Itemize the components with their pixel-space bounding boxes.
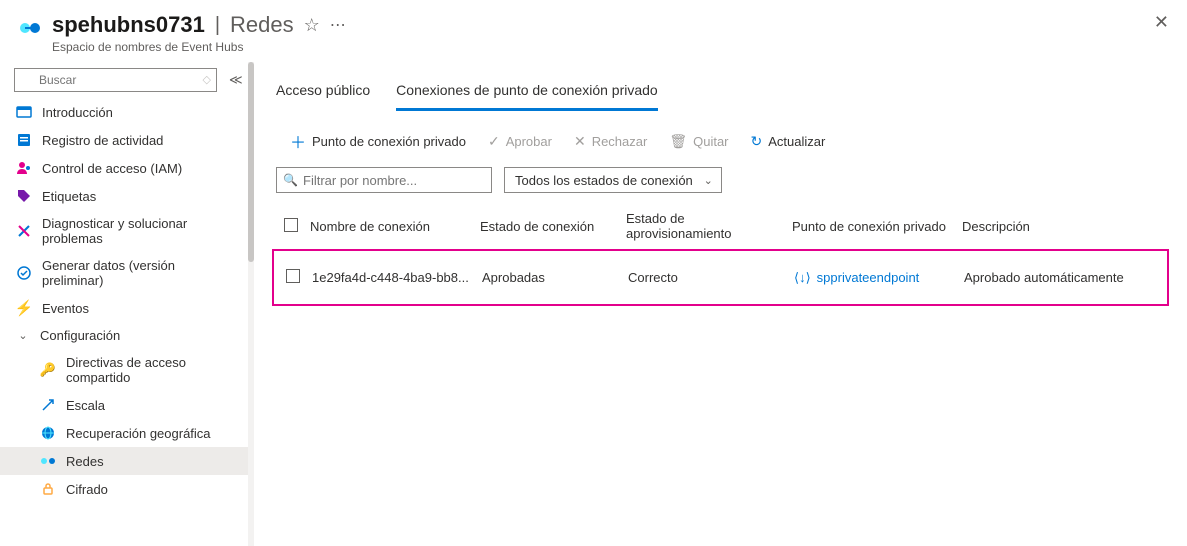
scale-icon: [40, 397, 56, 413]
button-label: Actualizar: [768, 134, 825, 149]
collapse-sidebar-icon[interactable]: ≪: [223, 68, 248, 92]
button-label: Punto de conexión privado: [312, 134, 466, 149]
sidebar-group-label: Configuración: [40, 328, 120, 343]
sidebar-item-encryption[interactable]: Cifrado: [0, 475, 248, 503]
overview-icon: [16, 104, 32, 120]
connections-table: Nombre de conexión Estado de conexión Es…: [276, 205, 1165, 306]
sidebar: 🔍 ◇ ≪ Introducción Registro de actividad: [0, 62, 248, 546]
sidebar-scrollbar[interactable]: [248, 62, 254, 546]
tab-bar: Acceso público Conexiones de punto de co…: [276, 74, 1165, 111]
sidebar-item-diagnose[interactable]: Diagnosticar y solucionar problemas: [0, 210, 248, 252]
sidebar-item-label: Cifrado: [66, 482, 108, 497]
activity-log-icon: [16, 132, 32, 148]
refresh-icon: ↻: [751, 133, 763, 150]
cell-connection-state: Aprobadas: [482, 270, 628, 285]
filter-name-input[interactable]: [276, 167, 492, 193]
sidebar-search-input[interactable]: [14, 68, 217, 92]
tags-icon: [16, 188, 32, 204]
close-icon[interactable]: ✕: [1154, 12, 1169, 33]
chevron-down-icon: ⌄: [16, 329, 30, 342]
sidebar-item-label: Recuperación geográfica: [66, 426, 211, 441]
diagnose-icon: [16, 223, 32, 239]
sidebar-group-configuration[interactable]: ⌄ Configuración: [0, 322, 248, 349]
lock-icon: [40, 481, 56, 497]
blade-header: spehubns0731 | Redes ☆ ⋯ Espacio de nomb…: [0, 0, 1187, 62]
sidebar-item-label: Diagnosticar y solucionar problemas: [42, 216, 238, 246]
add-private-endpoint-button[interactable]: ＋ Punto de conexión privado: [290, 129, 466, 153]
chevron-down-icon: ⌄: [704, 174, 713, 187]
check-icon: ✓: [488, 133, 500, 150]
command-bar: ＋ Punto de conexión privado ✓ Aprobar ✕ …: [276, 111, 1165, 167]
col-description[interactable]: Descripción: [962, 219, 1165, 234]
sidebar-item-scale[interactable]: Escala: [0, 391, 248, 419]
refresh-button[interactable]: ↻ Actualizar: [751, 133, 826, 150]
cell-provisioning-state: Correcto: [628, 270, 794, 285]
link-text: spprivateendpoint: [817, 270, 920, 285]
col-connection-state[interactable]: Estado de conexión: [480, 219, 626, 234]
iam-icon: [16, 160, 32, 176]
events-icon: ⚡: [16, 300, 32, 316]
remove-button[interactable]: 🗑 Quitar: [669, 133, 728, 150]
sidebar-item-label: Generar datos (versión preliminar): [42, 258, 238, 288]
sidebar-item-geo-recovery[interactable]: Recuperación geográfica: [0, 419, 248, 447]
col-provisioning-state[interactable]: Estado de aprovisionamiento: [626, 211, 792, 241]
sidebar-item-label: Control de acceso (IAM): [42, 161, 182, 176]
button-label: Aprobar: [506, 134, 552, 149]
select-all-checkbox[interactable]: [284, 218, 298, 232]
resource-icon: [18, 16, 42, 40]
col-connection-name[interactable]: Nombre de conexión: [310, 219, 480, 234]
table-row[interactable]: 1e29fa4d-c448-4ba9-bb8... Aprobadas Corr…: [278, 259, 1163, 296]
sidebar-item-tags[interactable]: Etiquetas: [0, 182, 248, 210]
row-checkbox[interactable]: [286, 269, 300, 283]
sidebar-item-label: Escala: [66, 398, 105, 413]
button-label: Quitar: [693, 134, 728, 149]
sidebar-item-label: Registro de actividad: [42, 133, 163, 148]
sidebar-item-label: Introducción: [42, 105, 113, 120]
sidebar-item-label: Directivas de acceso compartido: [66, 355, 238, 385]
sidebar-item-label: Etiquetas: [42, 189, 96, 204]
sidebar-item-label: Redes: [66, 454, 104, 469]
main-content: Acceso público Conexiones de punto de co…: [254, 62, 1187, 546]
sidebar-item-iam[interactable]: Control de acceso (IAM): [0, 154, 248, 182]
x-icon: ✕: [574, 133, 586, 150]
sidebar-item-networking[interactable]: Redes: [0, 447, 248, 475]
globe-icon: [40, 425, 56, 441]
approve-button[interactable]: ✓ Aprobar: [488, 133, 552, 150]
resource-title: spehubns0731: [52, 12, 205, 38]
endpoint-icon: ⟨↓⟩: [794, 270, 811, 286]
cell-description: Aprobado automáticamente: [964, 270, 1163, 285]
trash-icon: 🗑: [669, 133, 687, 150]
clear-search-icon[interactable]: ◇: [203, 73, 211, 86]
button-label: Rechazar: [592, 134, 648, 149]
resource-type: Espacio de nombres de Event Hubs: [52, 40, 346, 54]
cell-connection-name: 1e29fa4d-c448-4ba9-bb8...: [312, 270, 482, 285]
filter-state-select[interactable]: Todos los estados de conexión ⌄: [504, 167, 722, 193]
tab-public-access[interactable]: Acceso público: [276, 74, 370, 111]
plus-icon: ＋: [290, 129, 306, 153]
sidebar-item-events[interactable]: ⚡ Eventos: [0, 294, 248, 322]
more-icon[interactable]: ⋯: [330, 15, 346, 35]
sidebar-item-label: Eventos: [42, 301, 89, 316]
generate-data-icon: [16, 265, 32, 281]
key-icon: 🔑: [40, 362, 56, 378]
sidebar-item-generate-data[interactable]: Generar datos (versión preliminar): [0, 252, 248, 294]
filter-search-icon: 🔍: [283, 173, 298, 187]
favorite-star-icon[interactable]: ☆: [304, 15, 320, 36]
reject-button[interactable]: ✕ Rechazar: [574, 133, 647, 150]
select-value: Todos los estados de conexión: [515, 173, 693, 188]
table-header: Nombre de conexión Estado de conexión Es…: [276, 205, 1165, 247]
network-icon: [40, 453, 56, 469]
tab-private-endpoint[interactable]: Conexiones de punto de conexión privado: [396, 74, 658, 111]
title-separator: |: [215, 14, 220, 37]
sidebar-item-overview[interactable]: Introducción: [0, 98, 248, 126]
sidebar-item-activity[interactable]: Registro de actividad: [0, 126, 248, 154]
private-endpoint-link[interactable]: ⟨↓⟩ spprivateendpoint: [794, 270, 919, 286]
sidebar-item-shared-access[interactable]: 🔑 Directivas de acceso compartido: [0, 349, 248, 391]
blade-section: Redes: [230, 12, 294, 38]
col-private-endpoint[interactable]: Punto de conexión privado: [792, 219, 962, 234]
